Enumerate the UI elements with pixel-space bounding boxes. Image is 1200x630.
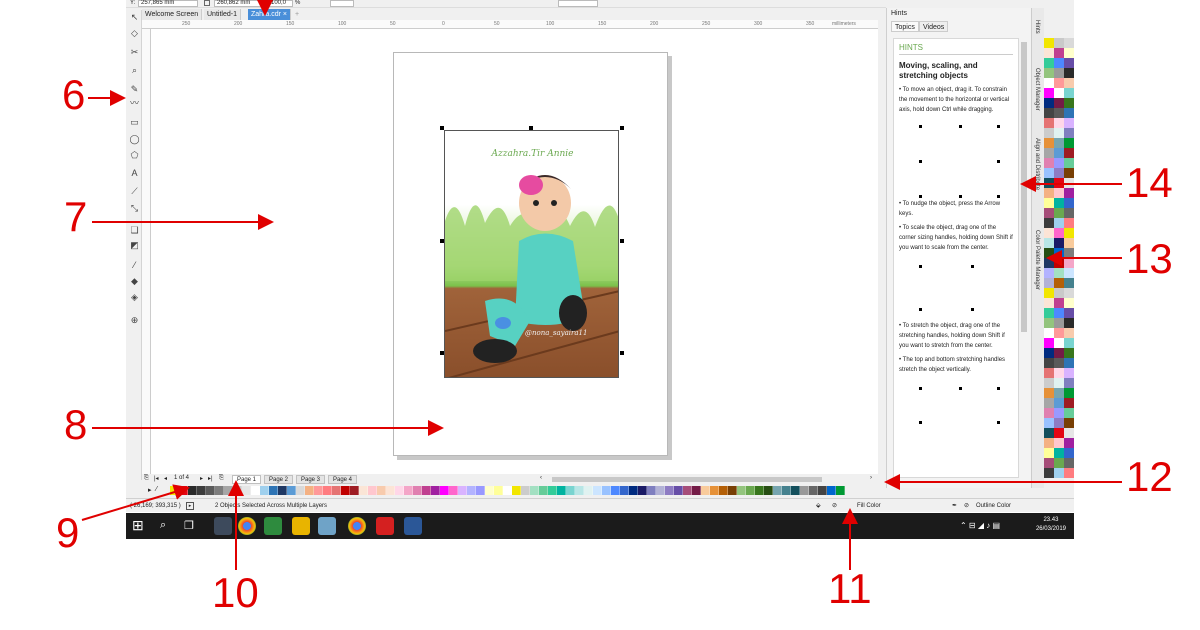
callout-10: 10 <box>212 569 259 616</box>
callout-7: 7 <box>64 193 88 240</box>
callout-14: 14 <box>1126 159 1173 206</box>
callout-11: 11 <box>828 565 872 612</box>
callout-12: 12 <box>1126 453 1173 500</box>
callout-13: 13 <box>1126 235 1173 282</box>
callout-8: 8 <box>64 401 88 448</box>
callout-9: 9 <box>56 509 80 556</box>
annotation-arrows <box>81 0 1122 570</box>
callout-6: 6 <box>62 71 86 118</box>
